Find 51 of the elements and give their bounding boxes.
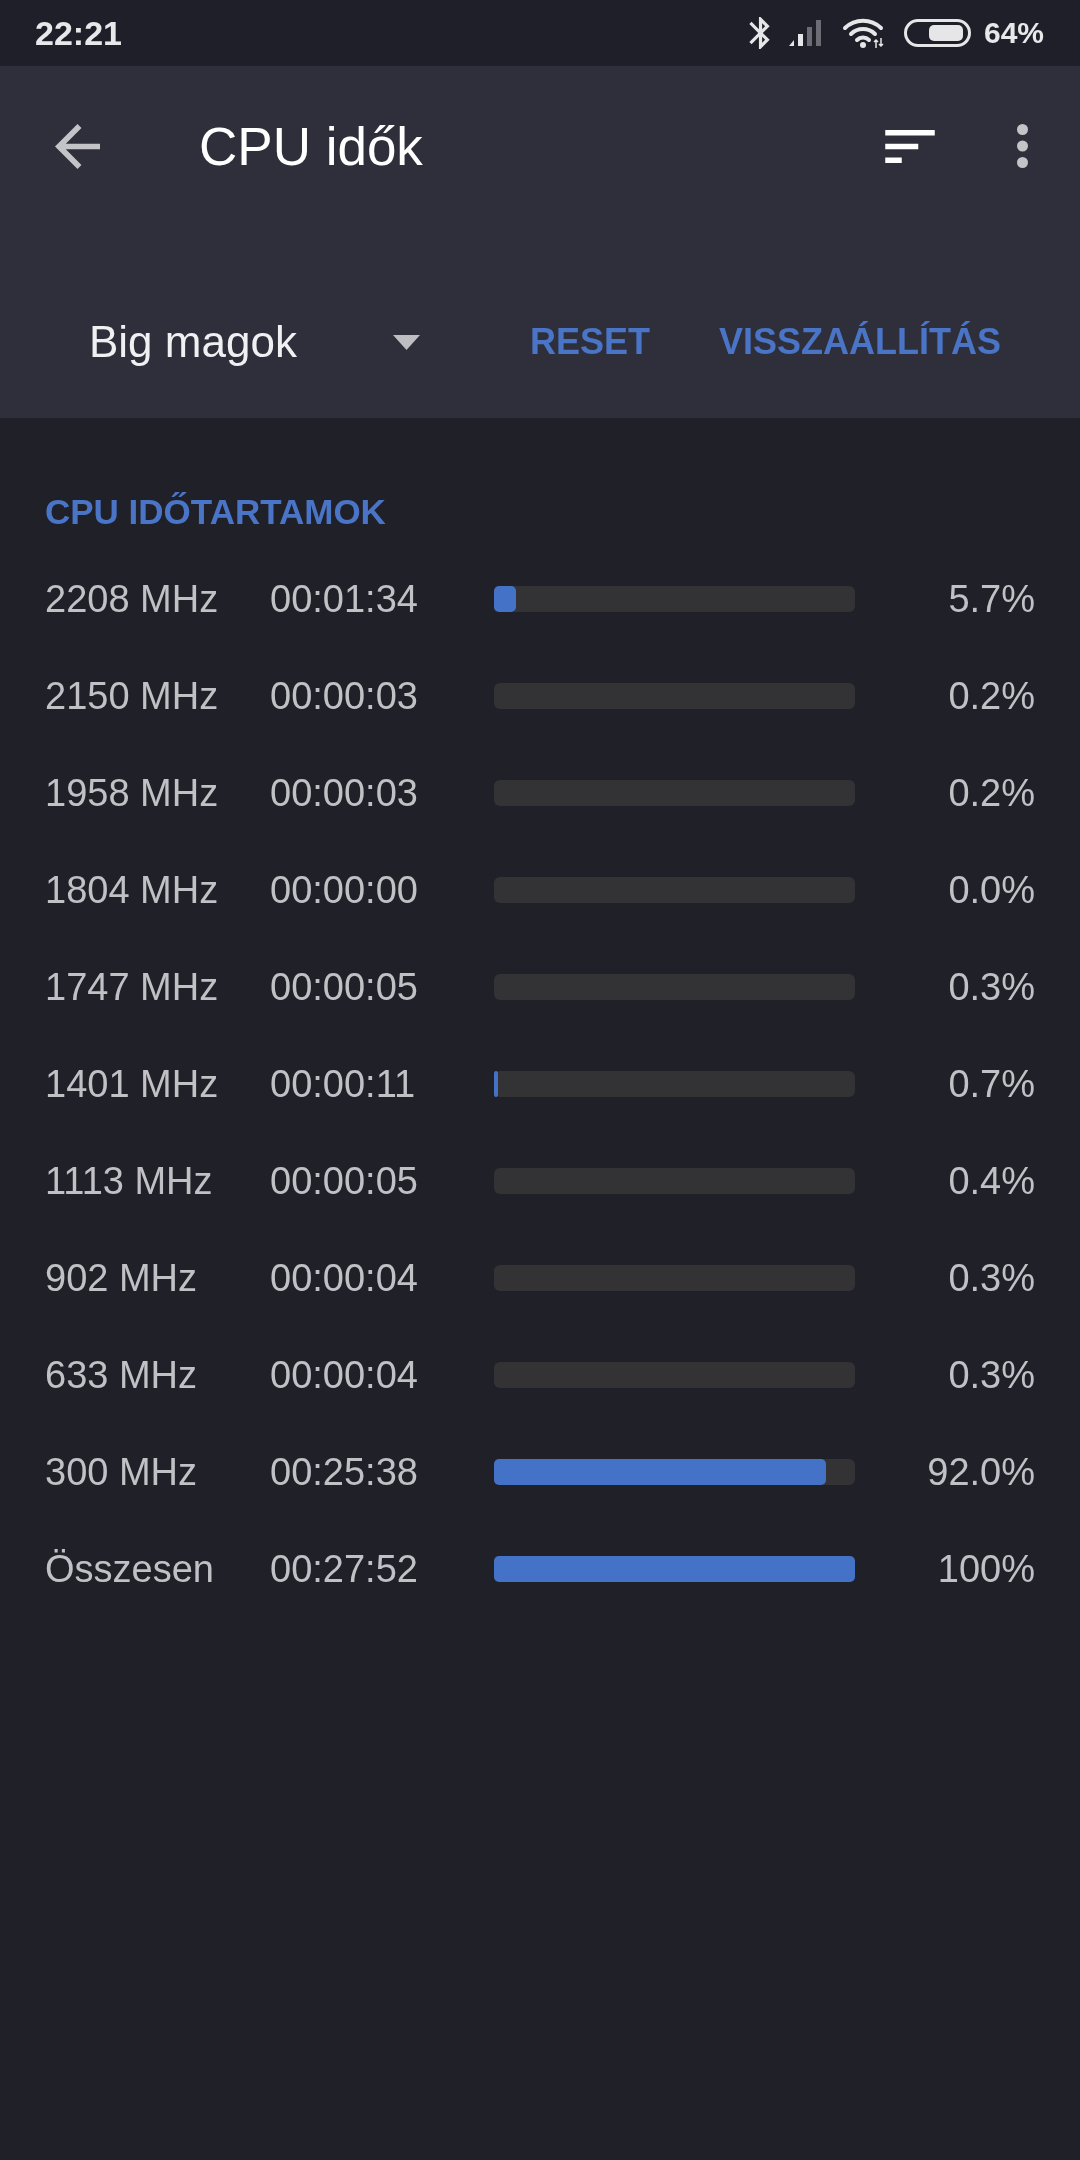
clock-time: 22:21	[35, 16, 122, 50]
duration-text: 00:01:34	[270, 579, 419, 618]
percentage-text: 0.3%	[948, 1258, 1035, 1297]
text-button[interactable]: RESET	[513, 312, 666, 372]
frequency-label: 633 MHz	[45, 1355, 199, 1394]
duration-text: 00:00:00	[270, 870, 419, 909]
sort-icon	[885, 129, 935, 163]
duration-text: 00:00:03	[270, 676, 419, 715]
duration-text: 00:00:04	[270, 1355, 419, 1394]
percentage-text: 0.0%	[948, 870, 1035, 909]
sort-button[interactable]	[885, 129, 935, 163]
signal-icon	[788, 20, 821, 46]
percentage-text: 100%	[937, 1549, 1035, 1588]
duration-text: 00:00:03	[270, 773, 419, 812]
frequency-label: 1113 MHz	[45, 1161, 214, 1200]
frequency-label: 2208 MHz	[45, 579, 220, 618]
battery-percentage: 64%	[983, 18, 1044, 48]
battery-icon	[903, 19, 971, 47]
frequency-label: 902 MHz	[45, 1258, 199, 1297]
percentage-text: 5.7%	[948, 579, 1035, 618]
wifi-icon	[841, 18, 884, 48]
frequency-label: 1401 MHz	[45, 1064, 220, 1103]
section-heading: CPU IDŐTARTAMOK	[45, 493, 386, 529]
frequency-label: 2150 MHz	[45, 676, 220, 715]
duration-text: 00:00:11	[270, 1064, 417, 1103]
caret-icon	[393, 334, 420, 350]
duration-text: 00:27:52	[270, 1549, 419, 1588]
back-button[interactable]	[55, 123, 100, 169]
frequency-label: 1804 MHz	[45, 870, 220, 909]
percentage-text: 0.3%	[948, 967, 1035, 1006]
duration-text: 00:00:05	[270, 1161, 419, 1200]
more-options-icon	[1017, 124, 1028, 168]
duration-text: 00:00:04	[270, 1258, 419, 1297]
frequency-label: 1747 MHz	[45, 967, 220, 1006]
frequency-label: Összesen	[45, 1549, 215, 1588]
percentage-text: 0.3%	[948, 1355, 1035, 1394]
screen-title: CPU idők	[199, 119, 423, 173]
percentage-text: 0.7%	[948, 1064, 1035, 1103]
text-button[interactable]: VISSZAÁLLÍTÁS	[703, 312, 1017, 372]
percentage-text: 0.2%	[948, 773, 1035, 812]
bluetooth-icon	[748, 17, 770, 49]
duration-text: 00:00:05	[270, 967, 419, 1006]
more-options-button[interactable]	[1017, 124, 1028, 168]
back-arrow-icon	[55, 123, 100, 169]
frequency-label: 1958 MHz	[45, 773, 220, 812]
percentage-text: 0.4%	[948, 1161, 1035, 1200]
duration-text: 00:25:38	[270, 1452, 419, 1491]
core-dropdown[interactable]: Big magok	[89, 320, 420, 364]
percentage-text: 92.0%	[927, 1452, 1035, 1491]
frequency-label: 300 MHz	[45, 1452, 199, 1491]
percentage-text: 0.2%	[948, 676, 1035, 715]
